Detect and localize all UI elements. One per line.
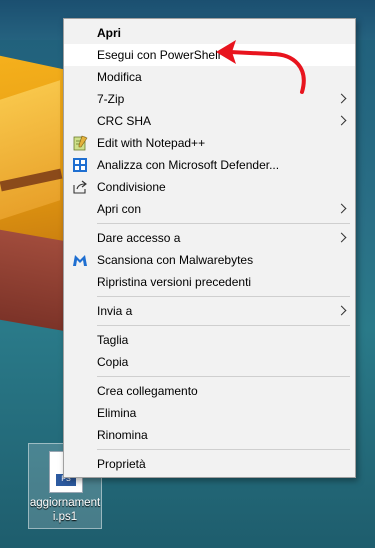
menu-item-label: Scansiona con Malwarebytes: [97, 253, 254, 267]
menu-item-label: Condivisione: [97, 180, 166, 194]
menu-separator: [97, 325, 350, 326]
menu-item-label: Crea collegamento: [97, 384, 198, 398]
menu-item-label: CRC SHA: [97, 114, 152, 128]
notepadpp-icon: [73, 135, 88, 151]
menu-item-copia[interactable]: Copia: [64, 351, 355, 373]
chevron-right-icon: [336, 232, 347, 243]
chevron-right-icon: [336, 115, 347, 126]
menu-separator: [97, 223, 350, 224]
menu-item-label: Proprietà: [97, 457, 146, 471]
background-red-boat: [0, 227, 70, 333]
menu-item-label: Analizza con Microsoft Defender...: [97, 158, 280, 172]
menu-item-scansiona-malwarebytes[interactable]: Scansiona con Malwarebytes: [64, 249, 355, 271]
background-boat-interior: [0, 80, 60, 220]
menu-item-label: Rinomina: [97, 428, 148, 442]
menu-item-label: Ripristina versioni precedenti: [97, 275, 252, 289]
menu-item-edit-with-notepadpp[interactable]: Edit with Notepad++: [64, 132, 355, 154]
context-menu: Apri Esegui con PowerShell Modifica 7-Zi…: [63, 18, 356, 478]
menu-item-label: Dare accesso a: [97, 231, 181, 245]
menu-item-crc-sha[interactable]: CRC SHA: [64, 110, 355, 132]
chevron-right-icon: [336, 305, 347, 316]
menu-item-proprieta[interactable]: Proprietà: [64, 453, 355, 475]
red-annotation-arrow-icon: [216, 40, 306, 94]
menu-item-7zip[interactable]: 7-Zip: [64, 88, 355, 110]
desktop-file-label: aggiornamenti.ps1: [29, 497, 101, 523]
menu-item-condivisione[interactable]: Condivisione: [64, 176, 355, 198]
menu-item-label: 7-Zip: [97, 92, 125, 106]
menu-separator: [97, 376, 350, 377]
chevron-right-icon: [336, 93, 347, 104]
menu-item-label: Copia: [97, 355, 129, 369]
menu-item-label: Modifica: [97, 70, 142, 84]
menu-item-label: Taglia: [97, 333, 129, 347]
menu-item-label: Esegui con PowerShell: [97, 48, 221, 62]
menu-item-ripristina-versioni[interactable]: Ripristina versioni precedenti: [64, 271, 355, 293]
menu-separator: [97, 296, 350, 297]
menu-item-label: Apri con: [97, 202, 142, 216]
share-icon: [73, 180, 87, 194]
menu-item-esegui-con-powershell[interactable]: Esegui con PowerShell: [64, 44, 355, 66]
menu-item-invia-a[interactable]: Invia a: [64, 300, 355, 322]
menu-item-dare-accesso-a[interactable]: Dare accesso a: [64, 227, 355, 249]
menu-item-label: Elimina: [97, 406, 137, 420]
menu-item-label: Edit with Notepad++: [97, 136, 206, 150]
menu-item-apri-con[interactable]: Apri con: [64, 198, 355, 220]
chevron-right-icon: [336, 203, 347, 214]
menu-item-apri[interactable]: Apri: [64, 22, 355, 44]
malwarebytes-icon: [73, 255, 87, 266]
menu-item-taglia[interactable]: Taglia: [64, 329, 355, 351]
menu-item-modifica[interactable]: Modifica: [64, 66, 355, 88]
menu-item-elimina[interactable]: Elimina: [64, 402, 355, 424]
menu-item-label: Invia a: [97, 304, 133, 318]
defender-shield-icon: [73, 158, 87, 172]
menu-item-crea-collegamento[interactable]: Crea collegamento: [64, 380, 355, 402]
menu-item-analizza-defender[interactable]: Analizza con Microsoft Defender...: [64, 154, 355, 176]
menu-item-label: Apri: [97, 26, 121, 40]
menu-separator: [97, 449, 350, 450]
menu-item-rinomina[interactable]: Rinomina: [64, 424, 355, 446]
